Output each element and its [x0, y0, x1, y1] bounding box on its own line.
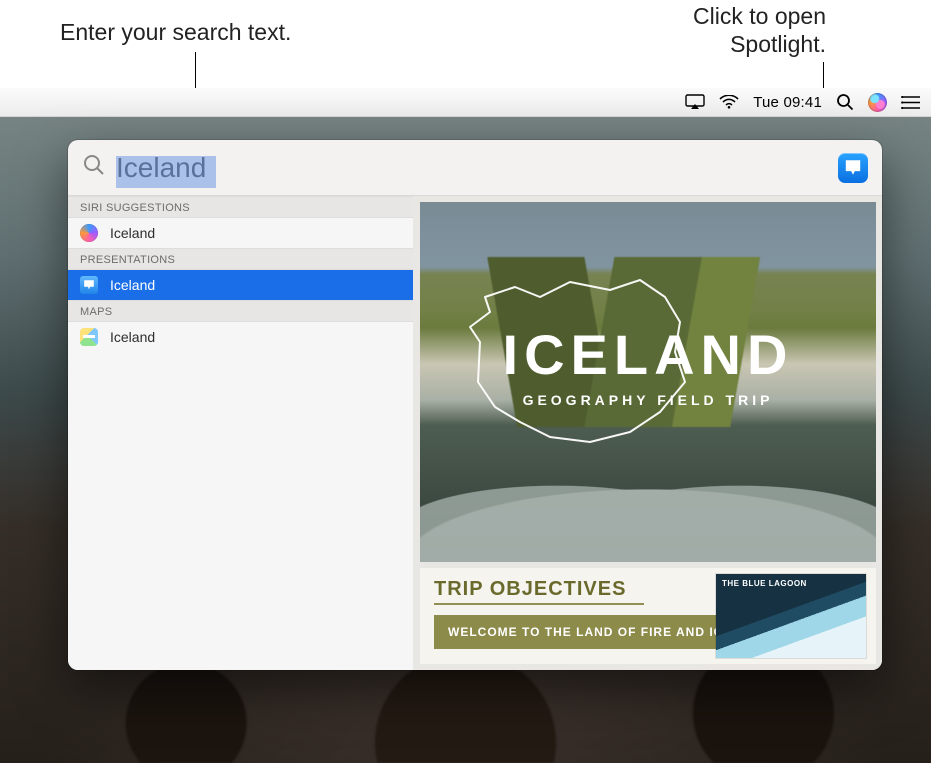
search-icon: [82, 153, 106, 182]
results-group-header: MAPS: [68, 300, 413, 322]
wifi-icon[interactable]: [719, 88, 739, 116]
result-row-siri-suggestion[interactable]: Iceland: [68, 218, 413, 248]
result-row-maps[interactable]: Iceland: [68, 322, 413, 352]
spotlight-preview-pane: ICELAND GEOGRAPHY FIELD TRIP TRIP OBJECT…: [414, 196, 882, 670]
callout-spotlight-line1: Click to open: [566, 2, 826, 31]
slide-subtitle: GEOGRAPHY FIELD TRIP: [420, 392, 876, 408]
result-label: Iceland: [110, 225, 155, 241]
menubar: Tue 09:41: [0, 88, 931, 117]
siri-icon: [80, 224, 98, 242]
spotlight-results-list: SIRI SUGGESTIONS Iceland PRESENTATIONS I…: [68, 196, 414, 670]
notification-center-icon[interactable]: [901, 88, 921, 116]
spotlight-panel: SIRI SUGGESTIONS Iceland PRESENTATIONS I…: [68, 140, 882, 670]
thumbnail-caption: THE BLUE LAGOON: [722, 580, 807, 589]
preview-slide-2: TRIP OBJECTIVES WELCOME TO THE LAND OF F…: [420, 568, 876, 664]
preview-slide-1: ICELAND GEOGRAPHY FIELD TRIP: [420, 202, 876, 562]
callout-line: [823, 62, 824, 90]
slide2-welcome-banner: WELCOME TO THE LAND OF FIRE AND ICE: [434, 615, 746, 649]
spotlight-search-input[interactable]: [116, 152, 477, 184]
result-label: Iceland: [110, 277, 155, 293]
slide-title: ICELAND: [420, 322, 876, 387]
result-row-presentation[interactable]: Iceland: [68, 270, 413, 300]
slide2-thumbnail: THE BLUE LAGOON: [716, 574, 866, 658]
keynote-app-icon: [838, 153, 868, 183]
maps-icon: [80, 328, 98, 346]
results-group-header: SIRI SUGGESTIONS: [68, 196, 413, 218]
callout-search-text: Enter your search text.: [60, 18, 400, 47]
airplay-icon[interactable]: [685, 88, 705, 116]
menubar-clock[interactable]: Tue 09:41: [753, 88, 822, 116]
spotlight-icon[interactable]: [836, 88, 854, 116]
result-label: Iceland: [110, 329, 155, 345]
heading-underline: [434, 603, 644, 605]
keynote-doc-icon: [80, 276, 98, 294]
results-group-header: PRESENTATIONS: [68, 248, 413, 270]
siri-icon[interactable]: [868, 88, 887, 116]
spotlight-search-row: [68, 140, 882, 196]
callout-spotlight-line2: Spotlight.: [566, 30, 826, 59]
